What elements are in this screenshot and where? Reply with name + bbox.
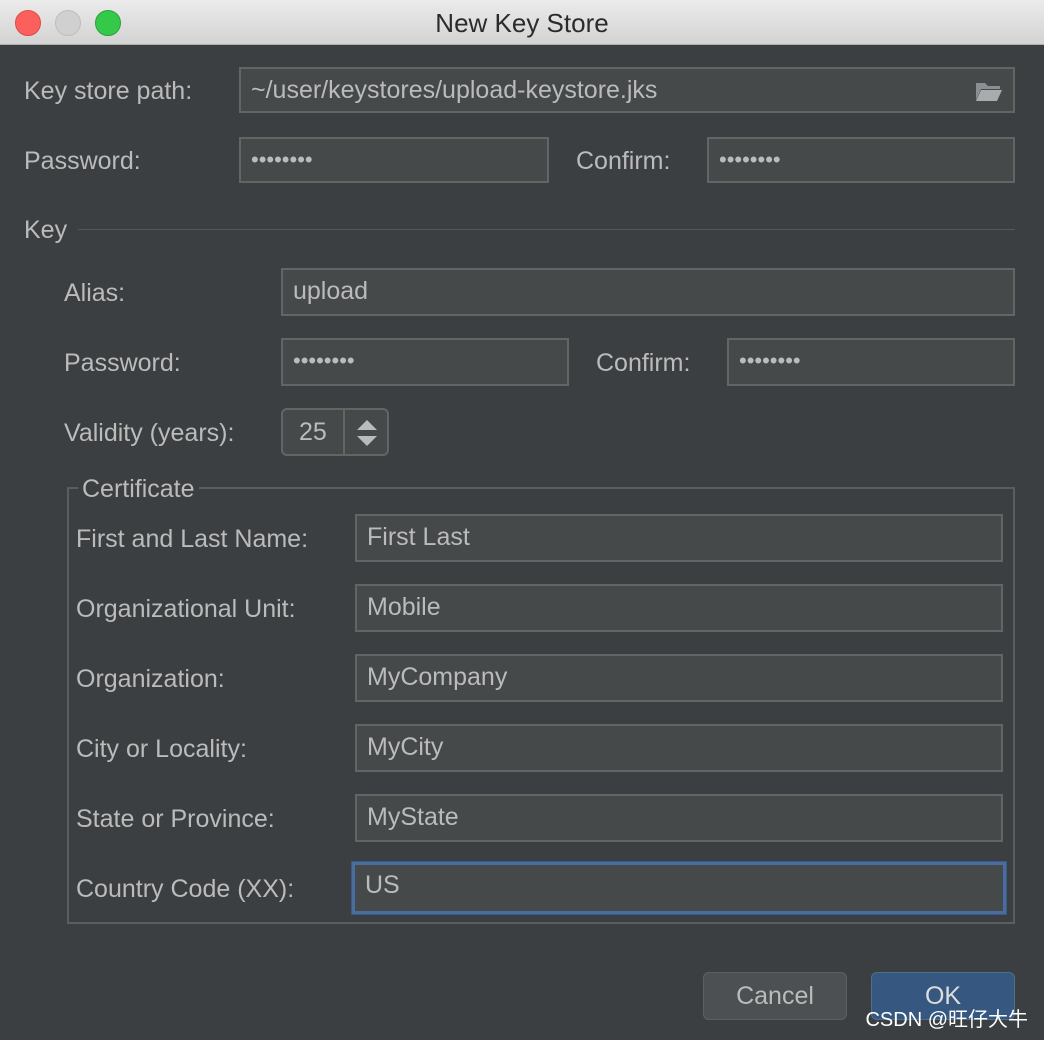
key-section-title: Key xyxy=(24,216,68,244)
key-confirm-label: Confirm: xyxy=(596,349,691,377)
keystore-password-label: Password: xyxy=(24,147,141,175)
certificate-legend: Certificate xyxy=(78,474,199,504)
spinner-up-arrow-icon[interactable] xyxy=(357,420,377,430)
country-code-input[interactable]: US xyxy=(352,862,1006,914)
key-confirm-field[interactable]: •••••••• xyxy=(727,338,1015,386)
keystore-path-value: ~/user/keystores/upload-keystore.jks xyxy=(251,76,658,104)
spinner-divider xyxy=(343,410,345,454)
spinner-down-arrow-icon[interactable] xyxy=(357,436,377,446)
keystore-path-input[interactable]: ~/user/keystores/upload-keystore.jks xyxy=(239,67,1015,113)
alias-label: Alias: xyxy=(64,279,126,307)
keystore-confirm-field[interactable]: •••••••• xyxy=(707,137,1015,183)
keystore-path-label: Key store path: xyxy=(24,77,193,105)
state-label: State or Province: xyxy=(76,805,275,833)
window-title: New Key Store xyxy=(435,8,609,38)
key-password-field[interactable]: •••••••• xyxy=(281,338,569,386)
title-bar: New Key Store xyxy=(0,0,1044,45)
name-input[interactable]: First Last xyxy=(355,514,1003,562)
validity-label: Validity (years): xyxy=(64,419,235,447)
organization-label: Organization: xyxy=(76,665,225,693)
name-label: First and Last Name: xyxy=(76,525,309,553)
validity-value: 25 xyxy=(299,418,327,446)
keystore-confirm-label: Confirm: xyxy=(576,147,671,175)
country-code-label: Country Code (XX): xyxy=(76,875,295,903)
alias-input[interactable]: upload xyxy=(281,268,1015,316)
organization-input[interactable]: MyCompany xyxy=(355,654,1003,702)
cancel-button[interactable]: Cancel xyxy=(703,972,847,1020)
org-unit-label: Organizational Unit: xyxy=(76,595,296,623)
validity-spinner[interactable]: 25 xyxy=(281,408,389,456)
org-unit-input[interactable]: Mobile xyxy=(355,584,1003,632)
keystore-password-field[interactable]: •••••••• xyxy=(239,137,549,183)
city-input[interactable]: MyCity xyxy=(355,724,1003,772)
state-input[interactable]: MyState xyxy=(355,794,1003,842)
folder-open-icon[interactable] xyxy=(975,80,1003,102)
key-password-label: Password: xyxy=(64,349,181,377)
key-section-divider xyxy=(78,229,1015,230)
watermark-text: CSDN @旺仔大牛 xyxy=(865,1009,1028,1031)
city-label: City or Locality: xyxy=(76,735,247,763)
